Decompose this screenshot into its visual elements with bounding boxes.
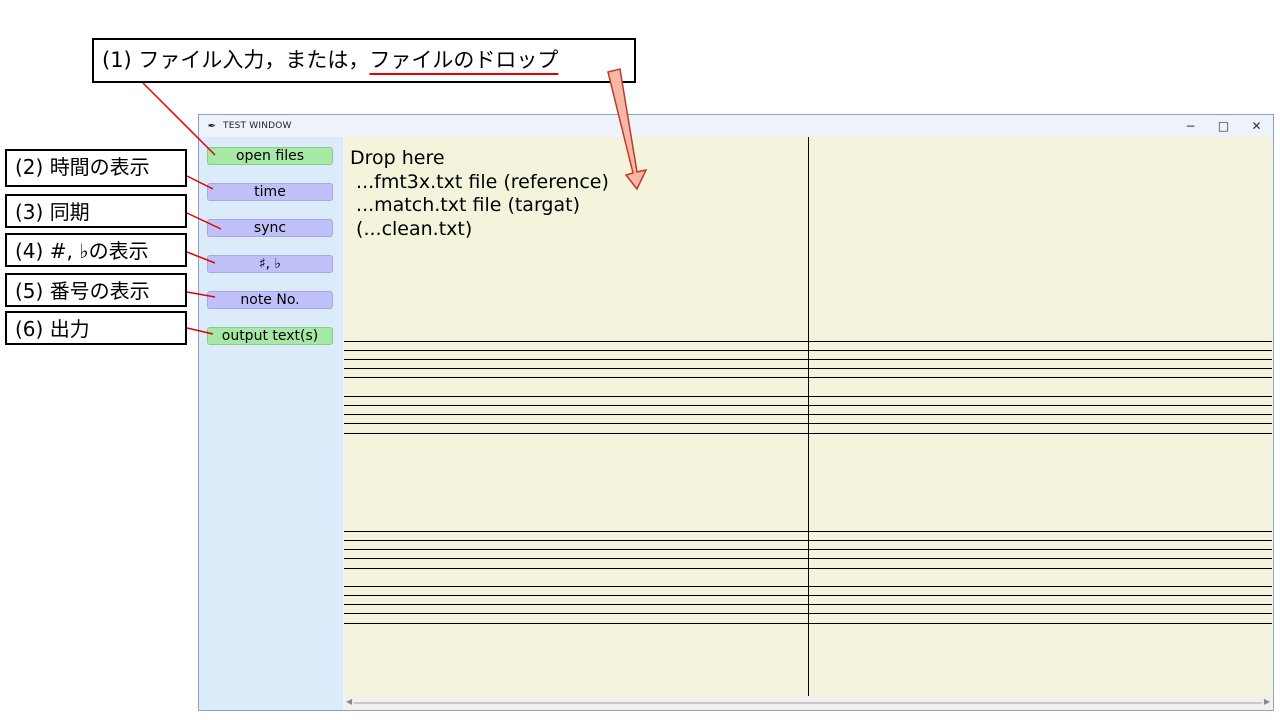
test-window: ✒ TEST WINDOW − □ ✕ open files time sync… [198,114,1274,711]
staff-line [344,586,1272,587]
callout-1-prefix: (1) ファイル入力，または， [102,48,370,72]
staff-line [344,433,1272,434]
staff-line [344,405,1272,406]
callout-2-label: (2) 時間の表示 [15,155,150,179]
sharp-flat-button[interactable]: ♯, ♭ [207,255,333,273]
callout-1-file-input: (1) ファイル入力，または，ファイルのドロップ [92,38,636,83]
sidebar: open files time sync ♯, ♭ note No. outpu… [199,137,343,710]
sync-button[interactable]: sync [207,219,333,237]
staff-line [344,359,1272,360]
note-no-button[interactable]: note No. [207,291,333,309]
staff-line [344,396,1272,397]
window-titlebar[interactable]: ✒ TEST WINDOW − □ ✕ [199,115,1273,137]
staff-line [344,595,1272,596]
time-button[interactable]: time [207,183,333,201]
callout-6-label: (6) 出力 [15,317,90,341]
staff-line [344,414,1272,415]
window-title: TEST WINDOW [223,121,292,131]
drop-line: (...clean.txt) [350,217,473,240]
drop-area[interactable]: Drop here ...fmt3x.txt file (reference) … [344,137,1272,696]
drop-line: ...match.txt file (targat) [350,194,580,216]
feather-icon: ✒ [207,120,217,132]
callout-6-output: (6) 出力 [5,311,187,345]
staff-line [344,350,1272,351]
close-button[interactable]: ✕ [1240,115,1273,137]
staff-line [344,613,1272,614]
staff-line [344,623,1272,624]
output-text-button[interactable]: output text(s) [207,327,333,345]
horizontal-scrollbar[interactable]: ◀ ▶ [344,696,1272,710]
callout-2-time: (2) 時間の表示 [5,149,187,187]
staff-line [344,540,1272,541]
minimize-button[interactable]: − [1174,115,1207,137]
staff-line [344,377,1272,378]
open-files-button[interactable]: open files [207,147,333,165]
staff-line [344,368,1272,369]
drop-line: ...fmt3x.txt file (reference) [350,170,609,193]
staff-line [344,549,1272,550]
callout-3-label: (3) 同期 [15,200,90,224]
drop-instructions: Drop here ...fmt3x.txt file (reference) … [350,147,609,241]
callout-1-underlined: ファイルのドロップ [369,48,559,72]
staff-line [344,531,1272,532]
callout-3-sync: (3) 同期 [5,194,187,228]
staff-line [344,568,1272,569]
drop-line: Drop here [350,147,445,169]
staff-line [344,604,1272,605]
callout-5-label: (5) 番号の表示 [15,279,150,303]
window-controls: − □ ✕ [1174,115,1273,137]
scroll-left-icon[interactable]: ◀ [346,697,352,706]
callout-5-number: (5) 番号の表示 [5,273,187,307]
staff-line [344,558,1272,559]
scrollbar-thumb[interactable] [354,702,1262,704]
staff-line [344,423,1272,424]
maximize-button[interactable]: □ [1207,115,1240,137]
callout-4-label: (4) #, ♭の表示 [15,239,149,263]
scroll-right-icon[interactable]: ▶ [1264,697,1270,706]
callout-4-sharp-flat: (4) #, ♭の表示 [5,233,187,267]
staff-line [344,341,1272,342]
